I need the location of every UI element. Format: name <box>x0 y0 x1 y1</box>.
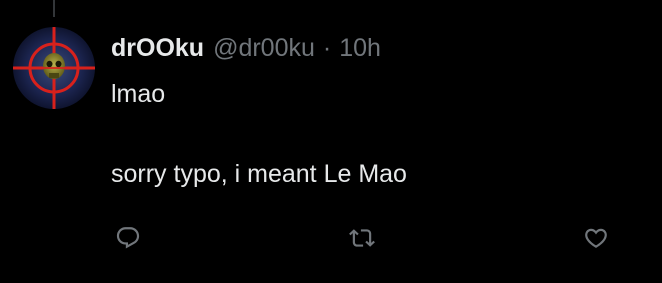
reply-icon <box>116 227 140 249</box>
post-text-line: lmao <box>111 80 166 108</box>
post-header: drOOku @dr00ku · 10h <box>111 30 381 66</box>
post-timestamp[interactable]: 10h <box>339 30 381 66</box>
post-text-line: sorry typo, i meant Le Mao <box>111 160 407 188</box>
avatar[interactable] <box>13 27 95 109</box>
author-name[interactable]: drOOku <box>111 30 204 66</box>
repost-icon <box>349 229 375 247</box>
like-button[interactable] <box>576 218 616 258</box>
heart-icon <box>585 228 607 248</box>
repost-button[interactable] <box>342 218 382 258</box>
crosshair-skull-avatar-icon <box>13 27 95 109</box>
reply-button[interactable] <box>108 218 148 258</box>
author-handle[interactable]: @dr00ku <box>213 30 315 66</box>
thread-connector-line <box>53 0 55 17</box>
header-separator: · <box>322 34 332 62</box>
